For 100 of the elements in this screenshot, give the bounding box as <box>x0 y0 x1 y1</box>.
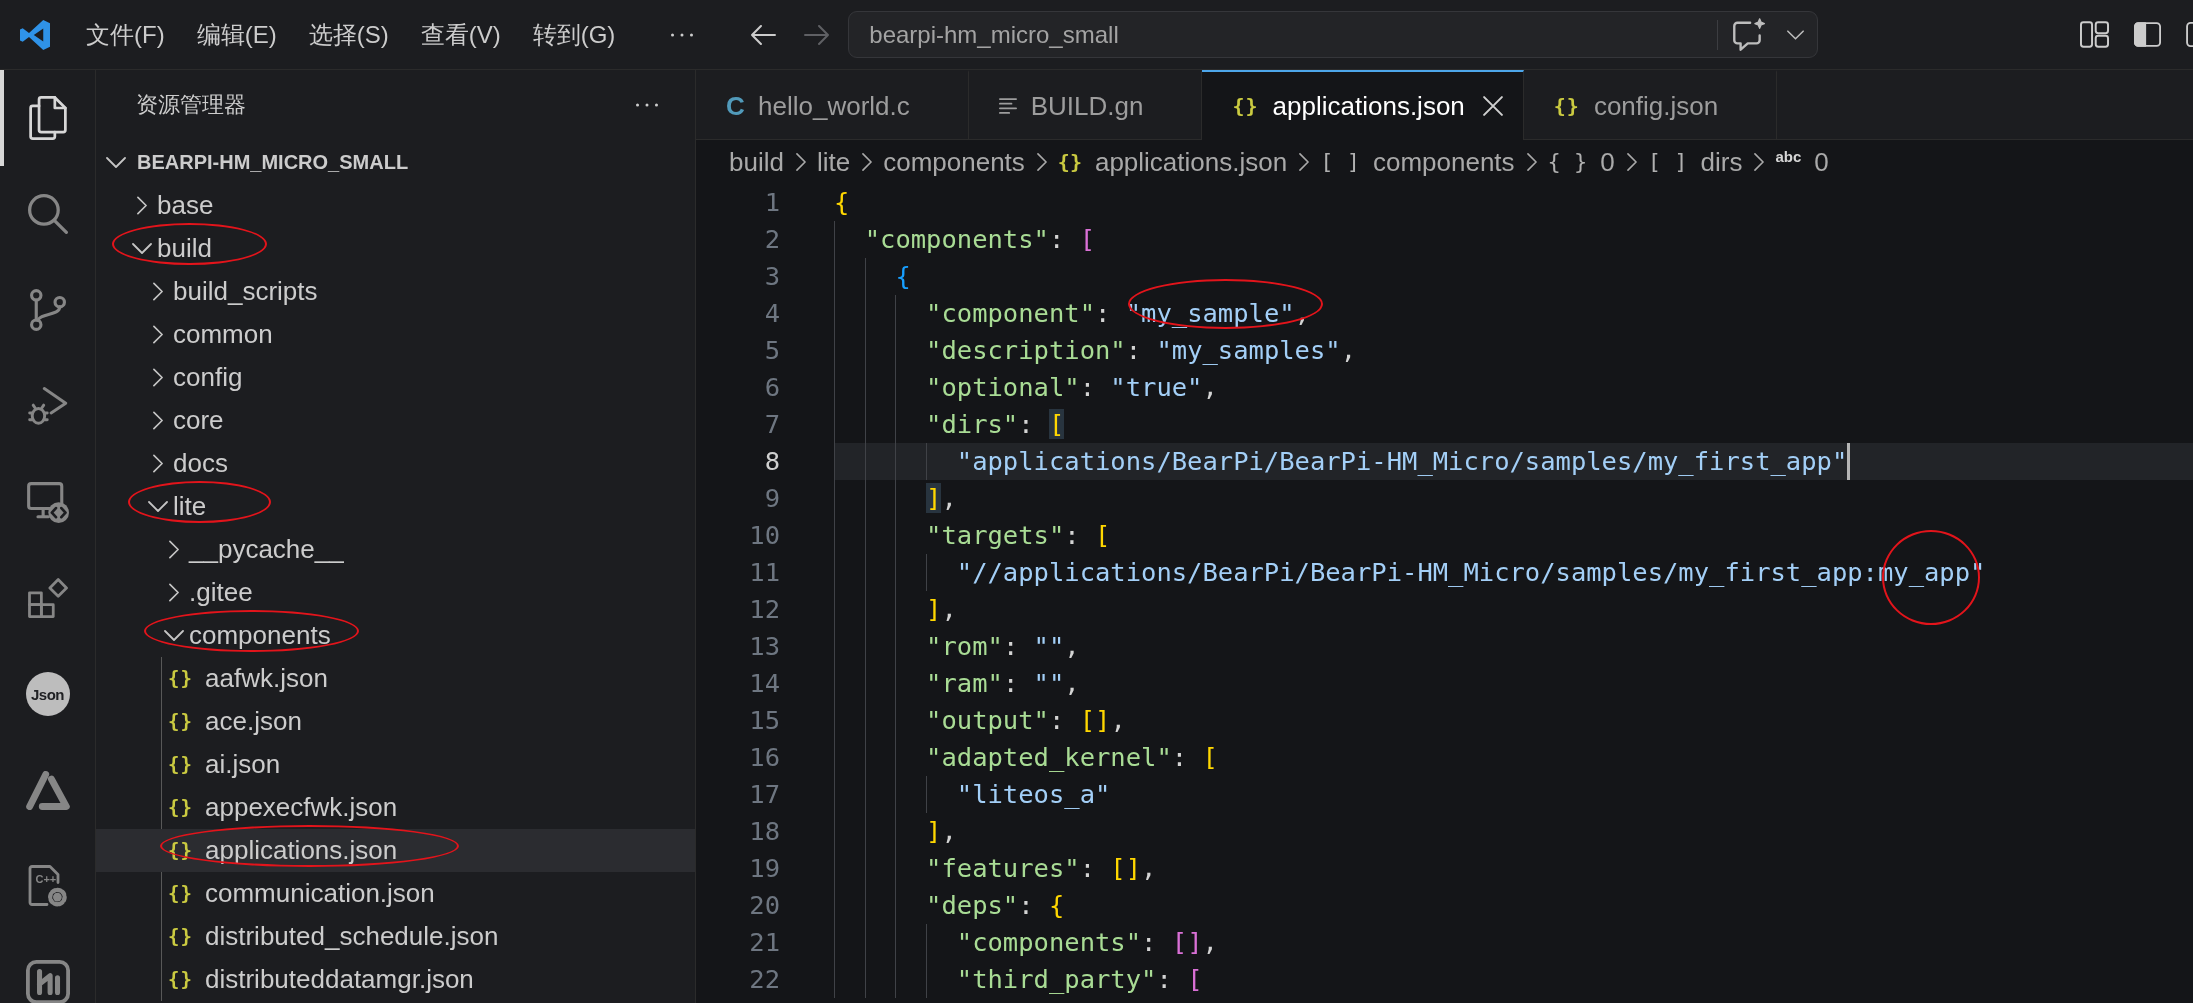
layout-icon[interactable] <box>2080 21 2109 48</box>
close-icon[interactable] <box>1482 96 1503 116</box>
chevron-right-icon[interactable] <box>169 583 179 602</box>
play-bug-icon[interactable] <box>27 387 68 425</box>
chevron-right-icon[interactable] <box>137 196 147 215</box>
chevron-right-icon <box>1626 153 1637 171</box>
json-file-icon: {} <box>1553 94 1580 118</box>
folder-item[interactable]: components <box>96 614 695 657</box>
code-line: "adapted_kernel": [ <box>926 741 1218 774</box>
chevron-right-icon[interactable] <box>153 325 163 344</box>
folder-item[interactable]: common <box>96 313 695 356</box>
line-number: 12 <box>748 593 781 626</box>
triangle-logo-icon[interactable] <box>25 770 70 810</box>
json-file-icon: {} <box>168 829 192 872</box>
file-item[interactable]: {} distributeddatamgr.json <box>96 958 695 1001</box>
line-number: 7 <box>763 408 781 441</box>
file-item[interactable]: {} ai.json <box>96 743 695 786</box>
file-item[interactable]: {} ace.json <box>96 700 695 743</box>
line-number: 5 <box>763 334 781 367</box>
line-number: 18 <box>748 815 781 848</box>
back-arrow-icon[interactable] <box>751 24 777 45</box>
line-number: 10 <box>748 519 781 552</box>
editor-tab[interactable]: {} config.json <box>1523 70 1778 140</box>
breadcrumb-item[interactable]: abc 0 <box>1775 146 1829 178</box>
branch-icon[interactable] <box>29 289 66 331</box>
sidebar-toggle-icon[interactable] <box>2134 22 2161 47</box>
json-file-icon: {} <box>168 786 192 829</box>
panel-icon[interactable] <box>2186 22 2193 47</box>
code-line: ], <box>926 815 957 848</box>
chevron-right-icon[interactable] <box>169 540 179 559</box>
command-center[interactable]: bearpi-hm_micro_small <box>848 11 1819 58</box>
code-line: "dirs": [ <box>926 408 1065 441</box>
menu-item[interactable]: 转到(G) <box>516 13 632 56</box>
caret-icon[interactable] <box>1787 29 1805 40</box>
menu-item[interactable]: 选择(S) <box>292 13 405 56</box>
chevron-down-icon[interactable] <box>148 501 168 512</box>
code-line: "optional": "true", <box>926 371 1218 404</box>
chevron-down-icon[interactable] <box>132 243 152 254</box>
code-line: ], <box>926 593 957 626</box>
line-number: 21 <box>748 926 781 959</box>
folder-item[interactable]: docs <box>96 442 695 485</box>
more-icon[interactable] <box>671 32 694 37</box>
line-number: 11 <box>748 556 781 589</box>
breadcrumb-item[interactable]: {} applications.json <box>1057 146 1288 178</box>
chevron-right-icon <box>1036 153 1047 171</box>
breadcrumb-item[interactable]: [ ] components <box>1320 146 1515 178</box>
file-item[interactable]: {} appexecfwk.json <box>96 786 695 829</box>
breadcrumb-item[interactable]: build <box>729 146 784 178</box>
chat-sparkle-icon[interactable] <box>1733 18 1767 51</box>
file-item[interactable]: {} applications.json <box>96 829 695 872</box>
folder-item[interactable]: .gitee <box>96 571 695 614</box>
breadcrumb-item[interactable]: { } 0 <box>1547 146 1615 178</box>
file-item[interactable]: {} distributed_schedule.json <box>96 915 695 958</box>
line-number: 19 <box>748 852 781 885</box>
line-number: 15 <box>748 704 781 737</box>
line-number: 9 <box>763 482 781 515</box>
logo-icon <box>20 19 50 50</box>
chevron-right-icon <box>795 153 806 171</box>
folder-item[interactable]: build_scripts <box>96 270 695 313</box>
lines-file-icon <box>998 98 1017 114</box>
code-line: "features": [], <box>926 852 1157 885</box>
menu-item[interactable]: 查看(V) <box>404 13 517 56</box>
files-icon[interactable] <box>28 96 67 140</box>
folder-item[interactable]: config <box>96 356 695 399</box>
file-item[interactable]: {} communication.json <box>96 872 695 915</box>
folder-item[interactable]: core <box>96 399 695 442</box>
chevron-right-icon <box>1526 153 1537 171</box>
line-number: 8 <box>763 445 781 478</box>
file-item[interactable]: {} aafwk.json <box>96 657 695 700</box>
folder-item[interactable]: lite <box>96 485 695 528</box>
breadcrumb-item[interactable]: components <box>883 146 1025 178</box>
code-line: "components": [ <box>864 223 1095 256</box>
code-line: "liteos_a" <box>956 778 1111 811</box>
chevron-down-icon[interactable] <box>106 156 126 168</box>
more-icon[interactable] <box>636 103 658 107</box>
blocks-icon[interactable] <box>27 578 68 618</box>
line-number: 4 <box>763 297 781 330</box>
monitor-remote-icon[interactable] <box>26 481 69 523</box>
workspace-folder-header[interactable]: BEARPI-HM_MICRO_SMALL <box>96 140 695 184</box>
code-line: { <box>895 260 911 293</box>
folder-item[interactable]: __pycache__ <box>96 528 695 571</box>
chevron-right-icon[interactable] <box>153 368 163 387</box>
menu-item[interactable]: 文件(F) <box>70 13 181 56</box>
code-line: "ram": "", <box>926 667 1080 700</box>
chevron-down-icon[interactable] <box>164 630 184 641</box>
folder-item[interactable]: build <box>96 227 695 270</box>
search-icon[interactable] <box>27 194 68 234</box>
editor-tab[interactable]: {} applications.json <box>1202 70 1524 140</box>
chevron-right-icon[interactable] <box>153 454 163 473</box>
json-badge-icon[interactable]: Json <box>25 672 70 716</box>
breadcrumb-item[interactable]: lite <box>816 146 851 178</box>
menu-item[interactable]: 编辑(E) <box>180 13 293 56</box>
chevron-right-icon[interactable] <box>153 411 163 430</box>
code-line: ], <box>926 482 957 515</box>
editor-tab[interactable]: C hello_world.c <box>696 70 969 140</box>
chevron-right-icon[interactable] <box>153 282 163 301</box>
chevron-right-icon <box>1299 153 1310 171</box>
breadcrumb-item[interactable]: [ ] dirs <box>1647 146 1743 178</box>
folder-item[interactable]: base <box>96 184 695 227</box>
square-logo-icon[interactable] <box>25 960 70 1003</box>
